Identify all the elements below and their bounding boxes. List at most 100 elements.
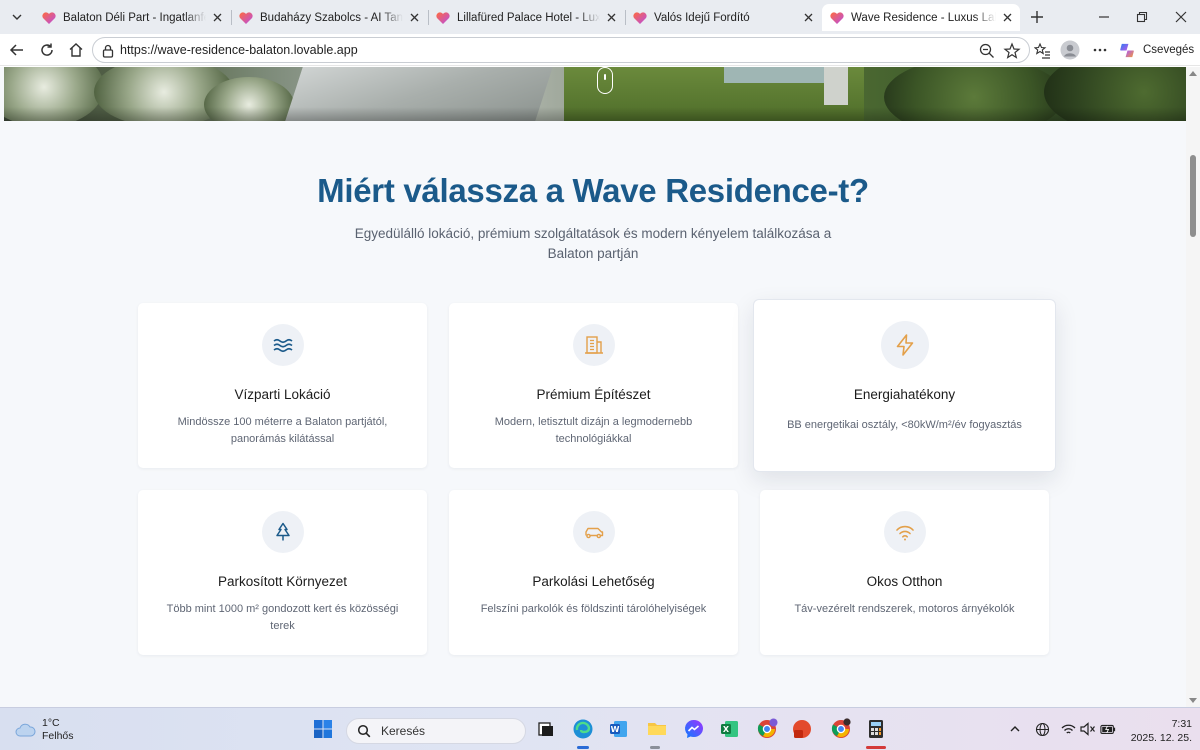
feature-description: Felszíni parkolók és földszinti tárolóhe… (480, 603, 707, 615)
scroll-down-icon[interactable] (1189, 698, 1197, 703)
chrome-icon (831, 718, 851, 738)
more-icon (1093, 48, 1107, 52)
close-window-button[interactable] (1170, 6, 1192, 28)
tree-icon (275, 522, 290, 541)
feature-title: Parkolási Lehetőség (532, 574, 655, 589)
tab-balaton-deli-part[interactable]: Balaton Déli Part - Ingatlanfejlesztés (34, 4, 230, 31)
taskbar-search[interactable]: Keresés (346, 718, 526, 744)
tray-wifi[interactable] (1060, 721, 1076, 737)
lovable-favicon-icon (436, 11, 450, 24)
globe-icon (1035, 722, 1049, 736)
taskbar-chrome[interactable] (829, 717, 853, 741)
back-button[interactable] (6, 39, 28, 61)
weather-temperature: 1°C (42, 717, 60, 729)
feature-card-vizparti: Vízparti Lokáció Mindössze 100 méterre a… (138, 303, 427, 468)
close-tab-icon[interactable] (407, 11, 421, 25)
clock-date: 2025. 12. 25. (1130, 732, 1192, 744)
settings-menu-button[interactable] (1089, 39, 1111, 61)
tab-title: Balaton Déli Part - Ingatlanfejlesztés (63, 11, 206, 24)
browser-toolbar: https://wave-residence-balaton.lovable.a… (0, 34, 1200, 66)
feature-title: Vízparti Lokáció (234, 387, 331, 402)
weather-widget[interactable]: 1°C Felhős (14, 716, 74, 744)
url-text[interactable]: https://wave-residence-balaton.lovable.a… (120, 43, 358, 57)
new-tab-button[interactable] (1026, 6, 1048, 28)
copilot-icon (1120, 43, 1134, 57)
tray-overflow-button[interactable] (1007, 721, 1023, 737)
feature-icon-circle (261, 511, 304, 553)
word-icon: W (610, 721, 627, 737)
page-scrollbar[interactable] (1186, 67, 1200, 707)
copilot-chat-button[interactable]: Csevegés (1118, 38, 1194, 62)
volume-muted-icon (1080, 722, 1095, 736)
site-info-icon[interactable] (100, 43, 116, 59)
close-tab-icon[interactable] (210, 11, 224, 25)
feature-card-okos-otthon: Okos Otthon Táv-vezérelt rendszerek, mot… (760, 490, 1049, 655)
hero-image (4, 67, 1186, 121)
home-button[interactable] (65, 39, 87, 61)
reload-button[interactable] (36, 39, 58, 61)
tab-title: Lillafüred Palace Hotel - Luxury Hotel (457, 11, 600, 24)
scroll-up-icon[interactable] (1189, 71, 1197, 76)
feature-icon-circle (880, 321, 929, 369)
system-clock[interactable]: 7:31 2025. 12. 25. (1120, 717, 1192, 745)
profile-button[interactable] (1059, 39, 1081, 61)
taskbar-edge[interactable] (571, 717, 595, 741)
taskbar-word[interactable]: W (607, 717, 631, 741)
feature-title: Prémium Építészet (536, 387, 651, 402)
excel-icon: X (721, 721, 738, 737)
minimize-button[interactable] (1093, 6, 1115, 28)
close-tab-icon[interactable] (1000, 11, 1014, 25)
restore-icon (1136, 11, 1148, 23)
wifi-icon (895, 525, 914, 541)
taskbar-office[interactable] (790, 717, 814, 741)
section-heading: Miért válassza a Wave Residence-t? (317, 172, 869, 209)
taskbar-excel[interactable]: X (718, 717, 742, 741)
windows-taskbar: 1°C Felhős Keresés W X 7:31 2025. 12. 25… (0, 707, 1200, 750)
taskbar-calculator[interactable] (864, 717, 888, 741)
tray-network-status[interactable] (1034, 721, 1050, 737)
feature-description: Táv-vezérelt rendszerek, motoros árnyéko… (794, 603, 1015, 615)
taskbar-chrome-profile[interactable] (755, 717, 779, 741)
tab-title: Budaházy Szabolcs - AI Tanácsadó (260, 11, 403, 24)
feature-card-premium: Prémium Építészet Modern, letisztult diz… (449, 303, 738, 468)
feature-icon-circle (883, 511, 926, 553)
lightning-icon (896, 334, 913, 356)
office-icon (793, 720, 811, 738)
copilot-label: Csevegés (1143, 44, 1195, 56)
zoom-icon[interactable] (978, 42, 996, 60)
taskbar-file-explorer[interactable] (645, 717, 669, 741)
restore-button[interactable] (1131, 6, 1153, 28)
feature-title: Okos Otthon (866, 574, 943, 589)
close-tab-icon[interactable] (801, 11, 815, 25)
tray-volume[interactable] (1080, 721, 1096, 737)
tab-lillafured[interactable]: Lillafüred Palace Hotel - Luxury Hotel (428, 4, 624, 31)
plus-icon (1031, 11, 1043, 23)
battery-charging-icon (1100, 724, 1116, 734)
feature-description: Mindössze 100 méterre a Balaton partjátó… (177, 416, 388, 445)
tab-wave-residence[interactable]: Wave Residence - Luxus Lakások a Balaton… (822, 4, 1020, 31)
scrollbar-thumb[interactable] (1190, 155, 1196, 237)
tab-actions-button[interactable] (6, 6, 28, 28)
reload-icon (41, 43, 53, 56)
car-icon (584, 527, 603, 539)
chevron-up-icon (1010, 726, 1020, 732)
tab-valos-ideju-fordito[interactable]: Valós Idejű Fordító (625, 4, 821, 31)
favorite-star-icon[interactable] (1003, 42, 1021, 60)
svg-text:X: X (723, 725, 730, 734)
tab-budahazy[interactable]: Budaházy Szabolcs - AI Tanácsadó (231, 4, 427, 31)
chevron-down-icon (12, 14, 22, 20)
building-icon (584, 336, 603, 354)
address-bar[interactable]: https://wave-residence-balaton.lovable.a… (92, 37, 1030, 63)
chrome-icon (757, 718, 778, 738)
taskbar-messenger[interactable] (682, 717, 706, 741)
search-icon (357, 724, 371, 738)
feature-card-parkolasi: Parkolási Lehetőség Felszíni parkolók és… (449, 490, 738, 655)
start-button[interactable] (311, 717, 335, 741)
favorites-button[interactable] (1031, 39, 1053, 61)
lovable-favicon-icon (239, 11, 253, 24)
taskbar-task-view[interactable] (534, 717, 558, 741)
scroll-mouse-icon[interactable] (597, 67, 613, 94)
section-subtitle: Egyedülálló lokáció, prémium szolgáltatá… (354, 226, 832, 261)
close-tab-icon[interactable] (604, 11, 618, 25)
tray-battery[interactable] (1100, 721, 1116, 737)
